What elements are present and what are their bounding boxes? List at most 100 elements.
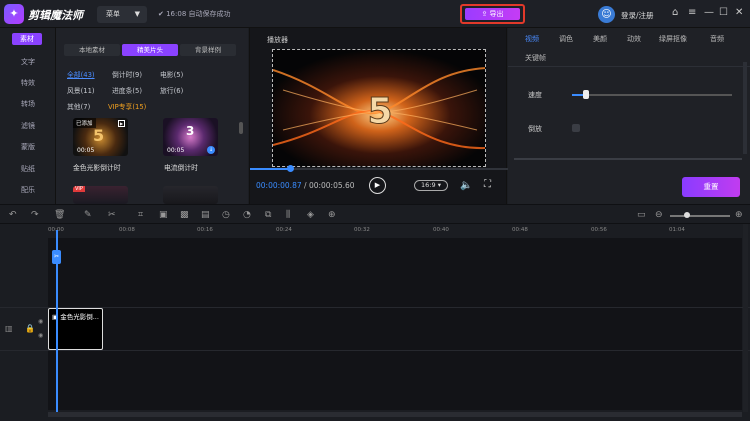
material-title: 金色光影倒计时 xyxy=(73,164,121,172)
time-ruler[interactable]: 00:00 00:08 00:16 00:24 00:32 00:40 00:4… xyxy=(48,224,742,238)
tick-label: 00:24 xyxy=(276,227,292,233)
category-travel[interactable]: 旅行(6) xyxy=(160,85,183,95)
app-logo-icon: ✦ xyxy=(4,4,24,24)
mosaic-icon[interactable]: ▩ xyxy=(180,210,189,220)
home-icon[interactable]: ⌂ xyxy=(672,8,678,18)
fullscreen-icon[interactable]: ⛶ xyxy=(484,179,491,190)
tab-background[interactable]: 背景样例 xyxy=(180,44,236,56)
category-progress[interactable]: 进度条(5) xyxy=(112,85,142,95)
nav-item-filter[interactable]: 滤镜 xyxy=(0,121,56,131)
material-thumb-next[interactable] xyxy=(163,186,218,204)
speed-slider[interactable] xyxy=(572,94,732,96)
nav-item-text[interactable]: 文字 xyxy=(0,57,56,67)
video-frame: 5 xyxy=(273,50,485,166)
nav-item-music[interactable]: 配乐 xyxy=(0,185,56,195)
material-scrollbar[interactable] xyxy=(239,122,243,134)
tab-beauty[interactable]: 美颜 xyxy=(593,34,607,44)
tab-audio[interactable]: 音频 xyxy=(710,34,724,44)
split-icon[interactable]: ⫼ xyxy=(286,210,290,220)
keyframe-icon[interactable]: ◈ xyxy=(307,210,314,220)
category-vip[interactable]: VIP专享(15) xyxy=(108,101,146,111)
tick-label: 00:08 xyxy=(119,227,135,233)
volume-icon[interactable]: 🔈 xyxy=(460,180,472,191)
panel-hscroll[interactable] xyxy=(514,158,742,160)
tick-label: 00:40 xyxy=(433,227,449,233)
panel-vscroll[interactable] xyxy=(743,62,747,154)
zoom-out-icon[interactable]: ⊖ xyxy=(655,210,663,220)
tab-color[interactable]: 调色 xyxy=(559,34,573,44)
category-countdown[interactable]: 倒计时(9) xyxy=(112,69,142,79)
speed-slider-thumb[interactable] xyxy=(583,90,589,99)
image-icon[interactable]: ▣ xyxy=(159,210,168,220)
zoom-slider[interactable] xyxy=(670,215,730,217)
tab-greenscreen[interactable]: 绿屏抠像 xyxy=(659,34,687,44)
zoom-in-icon[interactable]: ⊕ xyxy=(735,210,743,220)
nav-item-transition[interactable]: 转场 xyxy=(0,99,56,109)
login-link[interactable]: 登录/注册 xyxy=(621,10,654,21)
zoom-slider-thumb[interactable] xyxy=(684,212,690,218)
menu-button[interactable]: 菜单 ▼ xyxy=(97,6,147,23)
maximize-icon[interactable]: ☐ xyxy=(719,8,728,18)
material-thumb-electric[interactable]: 3 00:05 ↓ xyxy=(163,118,218,156)
tab-motion[interactable]: 动效 xyxy=(627,34,641,44)
playhead-knob[interactable]: ✂ xyxy=(52,250,61,264)
category-other[interactable]: 其他(7) xyxy=(67,101,90,111)
speed-icon[interactable]: ◔ xyxy=(243,210,251,220)
close-icon[interactable]: ✕ xyxy=(735,8,743,18)
fit-icon[interactable]: ▭ xyxy=(637,210,646,220)
edit-icon[interactable]: ✎ xyxy=(84,210,92,220)
left-nav: 素材 文字 特效 转场 滤镜 蒙版 贴纸 配乐 xyxy=(0,28,56,204)
timeline-vscroll[interactable] xyxy=(743,224,748,412)
tab-video[interactable]: 视频 xyxy=(525,34,539,44)
clock-icon[interactable]: ◷ xyxy=(222,210,230,220)
lock-icon[interactable]: 🔒 xyxy=(25,324,35,333)
audio-icon[interactable]: ◉ xyxy=(38,332,43,339)
play-button[interactable]: ▶ xyxy=(369,177,386,194)
reverse-checkbox[interactable] xyxy=(572,124,580,132)
visibility-icon[interactable]: ◉ xyxy=(38,318,43,325)
duration-label: 00:05 xyxy=(167,147,185,154)
timeline-hscroll[interactable] xyxy=(48,412,742,417)
nav-item-sticker[interactable]: 贴纸 xyxy=(0,164,56,174)
export-label: 导出 xyxy=(489,10,504,18)
duration-label: 00:05 xyxy=(77,147,95,154)
reset-button[interactable]: 重置 xyxy=(682,177,740,197)
user-avatar-icon[interactable]: ☺ xyxy=(598,6,615,23)
minimize-icon[interactable]: — xyxy=(704,8,714,18)
crop-icon[interactable]: ⌗ xyxy=(138,210,143,220)
track-area[interactable] xyxy=(48,238,742,410)
tick-label: 00:48 xyxy=(512,227,528,233)
cut-icon[interactable]: ✂ xyxy=(108,210,116,220)
tab-local-material[interactable]: 本地素材 xyxy=(64,44,120,56)
category-all[interactable]: 全部(43) xyxy=(67,69,95,79)
material-thumb-vip[interactable]: VIP xyxy=(73,186,128,204)
aspect-ratio-select[interactable]: 16:9 ▾ xyxy=(414,180,448,191)
export-button[interactable]: ⇪ 导出 xyxy=(465,8,520,20)
nav-item-effects[interactable]: 特效 xyxy=(0,78,56,88)
freeze-icon[interactable]: ▤ xyxy=(201,210,210,220)
download-icon[interactable]: ↓ xyxy=(207,146,215,154)
nav-item-material[interactable]: 素材 xyxy=(12,33,42,45)
clip-label-text: 金色光影倒... xyxy=(60,313,99,321)
playback-progress-fill xyxy=(250,168,290,170)
material-thumb-gold[interactable]: 已添加 ▶ 5 00:05 xyxy=(73,118,128,156)
app-name: 剪辑魔法师 xyxy=(28,9,83,22)
pip-icon[interactable]: ⧉ xyxy=(265,210,271,220)
add-icon[interactable]: ⊕ xyxy=(328,210,336,220)
menu-icon[interactable]: ≡ xyxy=(688,8,696,18)
progress-knob[interactable] xyxy=(287,165,294,172)
undo-icon[interactable]: ↶ xyxy=(9,210,17,220)
nav-item-mask[interactable]: 蒙版 xyxy=(0,142,56,152)
material-title: 电流倒计时 xyxy=(164,164,198,172)
category-scenery[interactable]: 风景(11) xyxy=(67,85,95,95)
tab-keyframe[interactable]: 关键帧 xyxy=(525,53,546,63)
track-divider xyxy=(0,307,750,308)
category-movie[interactable]: 电影(5) xyxy=(160,69,183,79)
video-preview[interactable]: 5 xyxy=(272,49,486,167)
redo-icon[interactable]: ↷ xyxy=(31,210,39,220)
save-status: ✔ 16:08 自动保存成功 xyxy=(158,10,231,18)
play-small-icon: ▶ xyxy=(118,120,125,127)
tab-intro[interactable]: 精美片头 xyxy=(122,44,178,56)
tick-label: 00:32 xyxy=(354,227,370,233)
delete-icon[interactable]: 🗑 xyxy=(54,210,65,220)
